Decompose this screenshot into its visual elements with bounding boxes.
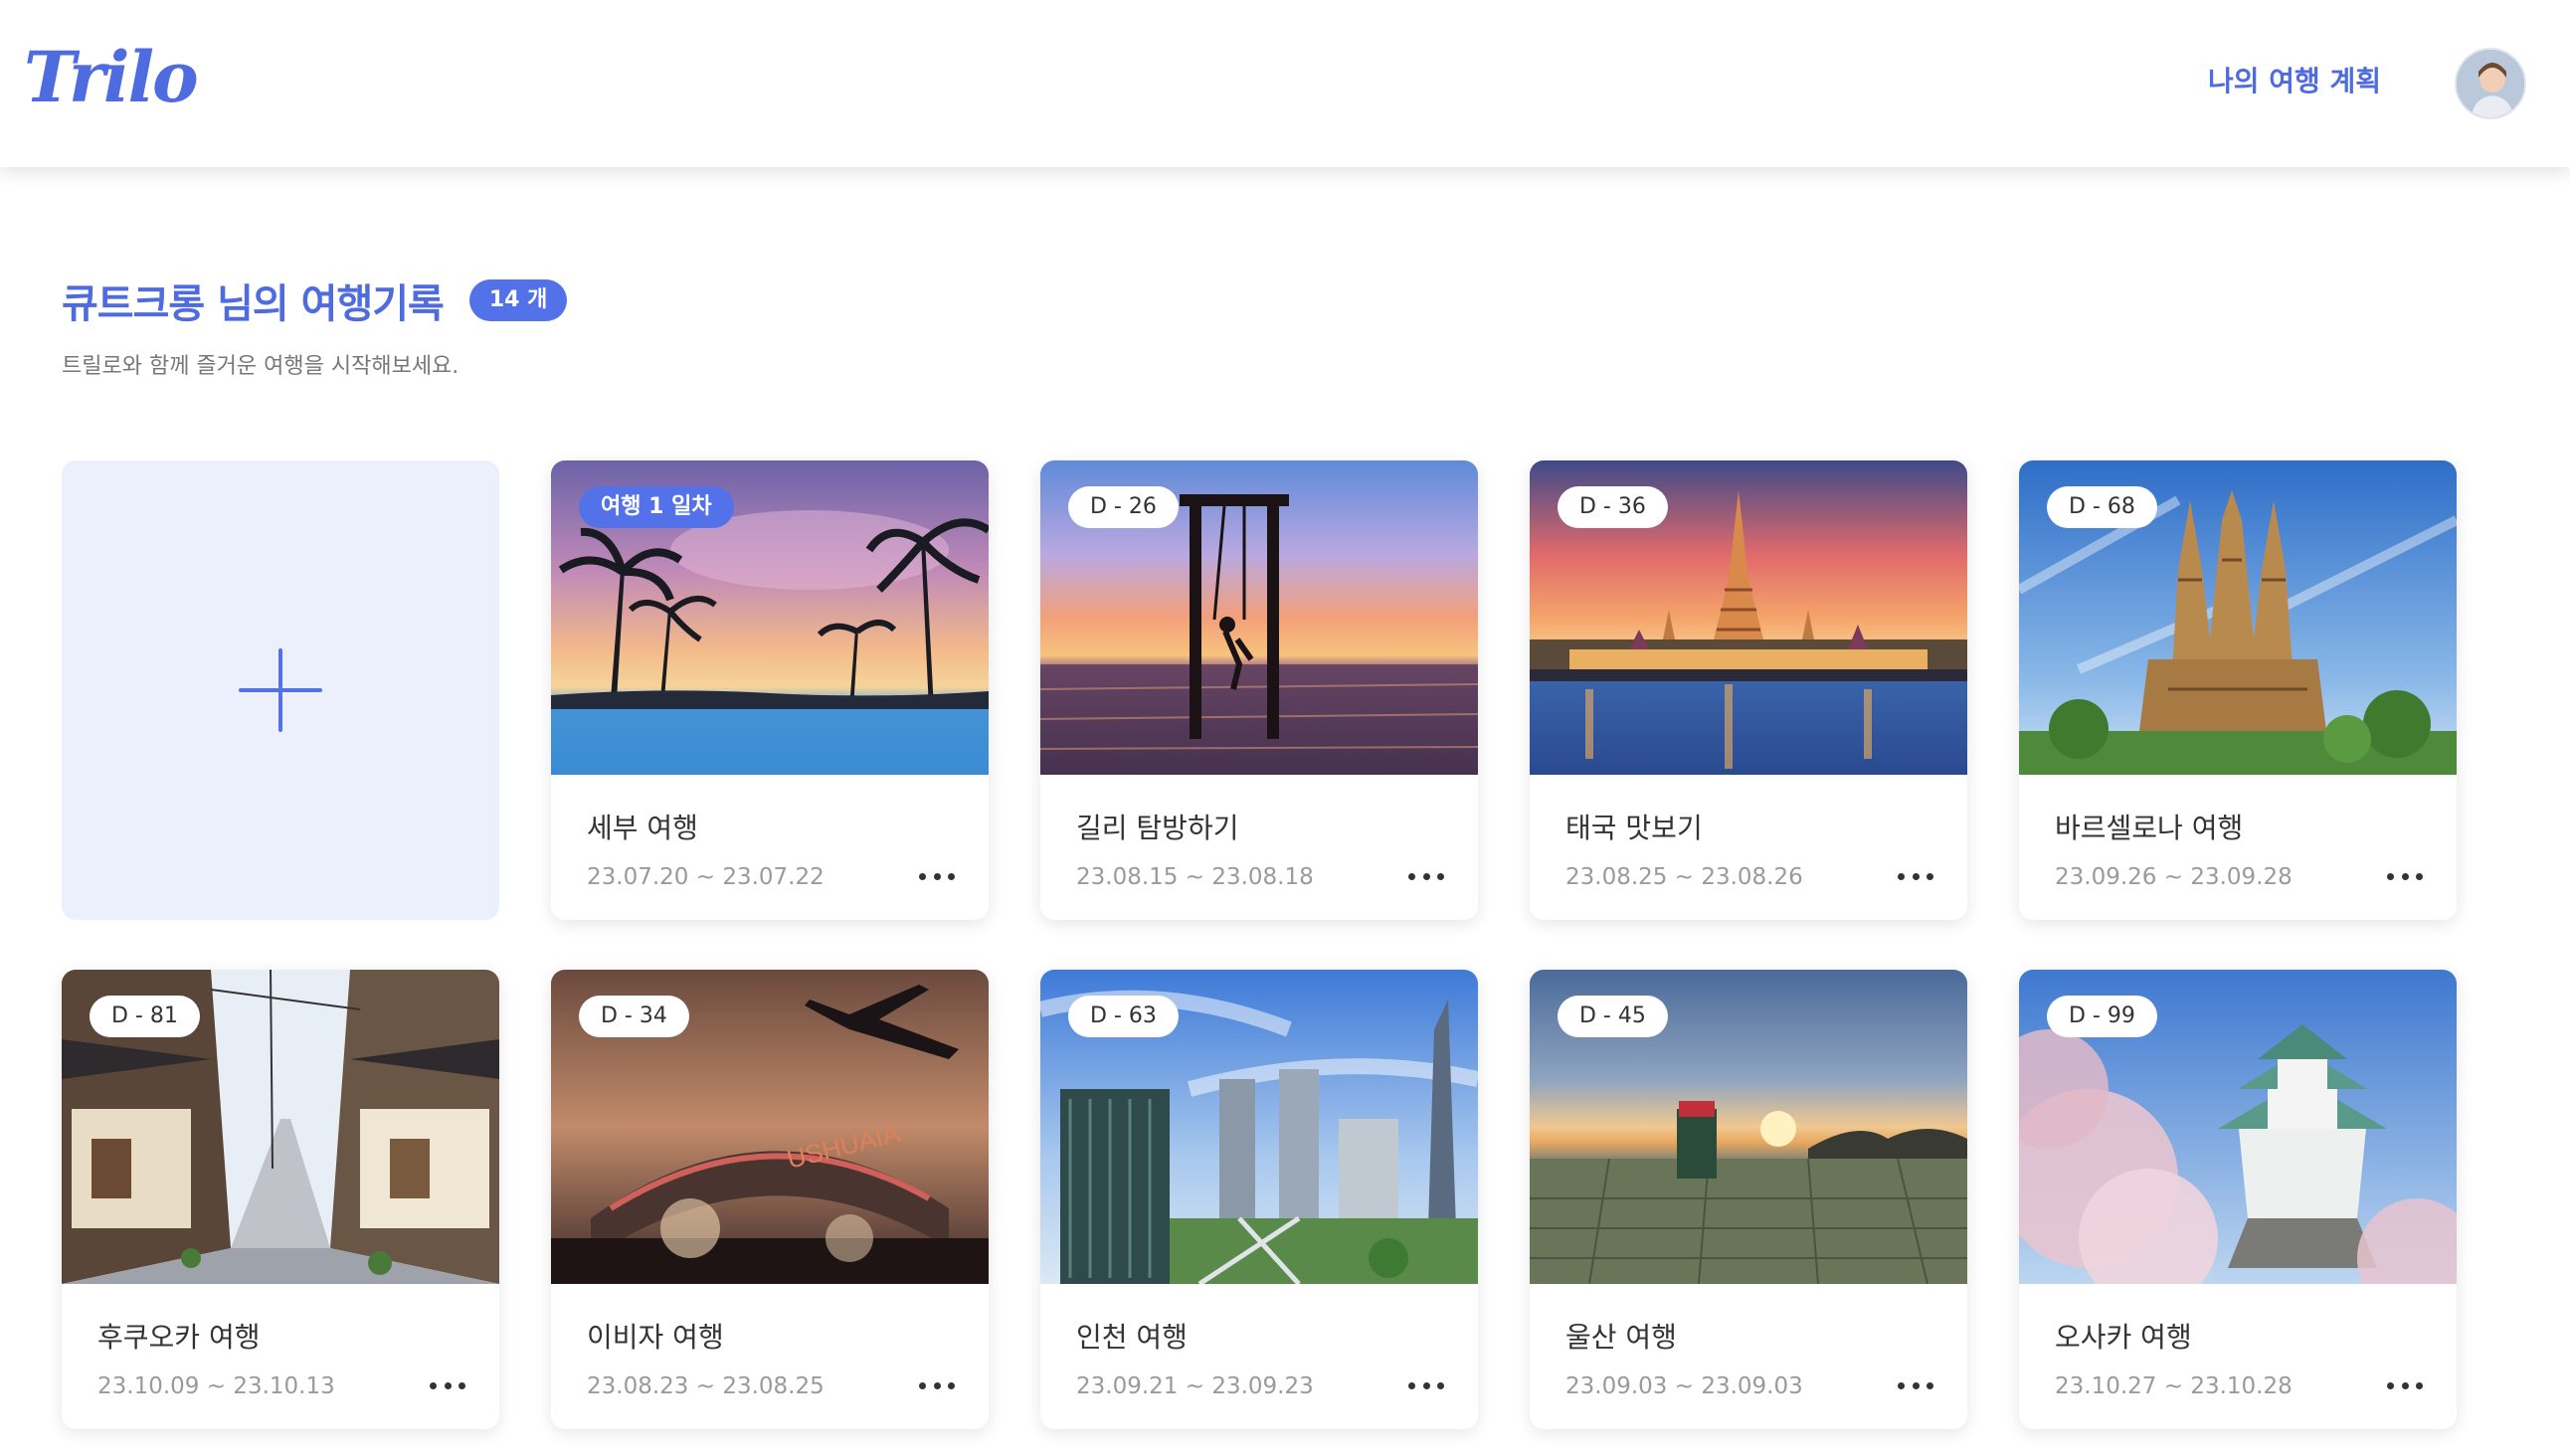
my-trip-plans-link[interactable]: 나의 여행 계획 bbox=[2208, 60, 2381, 99]
trip-status-badge: D - 36 bbox=[1558, 486, 1668, 528]
trip-dates: 23.07.20 ~ 23.07.22 bbox=[587, 864, 825, 890]
more-options-icon[interactable] bbox=[1898, 1375, 1933, 1395]
plus-icon bbox=[239, 648, 322, 732]
trip-title: 이비자 여행 bbox=[587, 1321, 724, 1354]
trip-status-badge: D - 34 bbox=[579, 996, 689, 1037]
more-options-icon[interactable] bbox=[1408, 1375, 1444, 1395]
trip-dates: 23.10.27 ~ 23.10.28 bbox=[2055, 1373, 2293, 1399]
trip-title: 후쿠오카 여행 bbox=[97, 1321, 261, 1354]
trip-card[interactable]: D - 99 오사카 여행 23.10.27 ~ 23.10.28 bbox=[2019, 970, 2457, 1429]
trip-title: 태국 맛보기 bbox=[1565, 812, 1703, 844]
top-header: Trilo 나의 여행 계획 bbox=[0, 0, 2570, 167]
trip-dates: 23.10.09 ~ 23.10.13 bbox=[97, 1373, 335, 1399]
trip-card[interactable]: D - 36 태국 맛보기 23.08.25 ~ 23.08.26 bbox=[1530, 460, 1967, 920]
trip-card[interactable]: D - 63 인천 여행 23.09.21 ~ 23.09.23 bbox=[1040, 970, 1478, 1429]
trip-status-badge: D - 68 bbox=[2047, 486, 2157, 528]
trip-card[interactable]: D - 45 울산 여행 23.09.03 ~ 23.09.03 bbox=[1530, 970, 1967, 1429]
more-options-icon[interactable] bbox=[919, 866, 955, 886]
more-options-icon[interactable] bbox=[2387, 1375, 2423, 1395]
trip-card[interactable]: 여행 1 일차 세부 여행 23.07.20 ~ 23.07.22 bbox=[551, 460, 989, 920]
trip-count-badge: 14 개 bbox=[468, 279, 568, 321]
trip-card[interactable]: D - 81 후쿠오카 여행 23.10.09 ~ 23.10.13 bbox=[62, 970, 499, 1429]
trip-dates: 23.09.03 ~ 23.09.03 bbox=[1565, 1373, 1803, 1399]
title-row: 큐트크롱 님의 여행기록 14 개 bbox=[62, 272, 568, 329]
trip-title: 세부 여행 bbox=[587, 812, 698, 844]
trip-status-badge: D - 26 bbox=[1068, 486, 1179, 528]
trip-status-badge: D - 63 bbox=[1068, 996, 1179, 1037]
trip-card[interactable]: D - 68 바르셀로나 여행 23.09.26 ~ 23.09.28 bbox=[2019, 460, 2457, 920]
trip-title: 울산 여행 bbox=[1565, 1321, 1677, 1354]
trip-status-badge: D - 99 bbox=[2047, 996, 2157, 1037]
trip-status-badge: 여행 1 일차 bbox=[579, 486, 734, 528]
trip-dates: 23.09.21 ~ 23.09.23 bbox=[1076, 1373, 1314, 1399]
more-options-icon[interactable] bbox=[430, 1375, 465, 1395]
trip-title: 바르셀로나 여행 bbox=[2055, 812, 2244, 844]
more-options-icon[interactable] bbox=[1898, 866, 1933, 886]
avatar-photo bbox=[2457, 50, 2524, 117]
trip-dates: 23.08.15 ~ 23.08.18 bbox=[1076, 864, 1314, 890]
more-options-icon[interactable] bbox=[2387, 866, 2423, 886]
more-options-icon[interactable] bbox=[1408, 866, 1444, 886]
trip-title: 인천 여행 bbox=[1076, 1321, 1188, 1354]
trip-dates: 23.09.26 ~ 23.09.28 bbox=[2055, 864, 2293, 890]
trip-card[interactable]: D - 26 길리 탐방하기 23.08.15 ~ 23.08.18 bbox=[1040, 460, 1478, 920]
page-title: 큐트크롱 님의 여행기록 bbox=[62, 281, 445, 327]
user-avatar[interactable] bbox=[2455, 48, 2526, 119]
more-options-icon[interactable] bbox=[919, 1375, 955, 1395]
trip-title: 오사카 여행 bbox=[2055, 1321, 2192, 1354]
page-subtitle: 트릴로와 함께 즐거운 여행을 시작해보세요. bbox=[62, 354, 459, 379]
trip-dates: 23.08.23 ~ 23.08.25 bbox=[587, 1373, 825, 1399]
trip-dates: 23.08.25 ~ 23.08.26 bbox=[1565, 864, 1803, 890]
trip-status-badge: D - 81 bbox=[90, 996, 200, 1037]
trilo-logo[interactable]: Trilo bbox=[24, 36, 199, 118]
trip-title: 길리 탐방하기 bbox=[1076, 812, 1239, 844]
add-trip-card[interactable] bbox=[62, 460, 499, 920]
trip-status-badge: D - 45 bbox=[1558, 996, 1668, 1037]
trip-card[interactable]: USHUAIA D - 34 이비자 여행 23.08.23 ~ 23.08.2… bbox=[551, 970, 989, 1429]
